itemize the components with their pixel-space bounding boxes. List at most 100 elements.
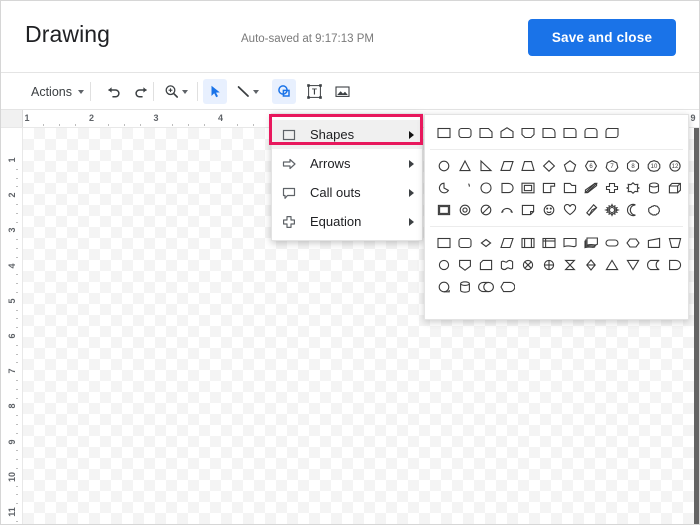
- shape-flowchart-merge-icon[interactable]: [622, 255, 643, 275]
- ruler-h-tick: [268, 124, 270, 126]
- shape-flowchart-process-icon[interactable]: [433, 233, 454, 253]
- ruler-v-number: 2: [7, 192, 17, 198]
- ruler-v-tick: [16, 283, 18, 285]
- shape-no-symbol-icon[interactable]: [475, 200, 496, 220]
- shape-cube-icon[interactable]: [664, 178, 685, 198]
- ruler-h-tick: [172, 124, 174, 126]
- shape-pentagon-home-icon[interactable]: [496, 123, 517, 143]
- shape-flowchart-multidocument-icon[interactable]: [580, 233, 601, 253]
- menu-item-call-outs[interactable]: Call outs: [272, 178, 422, 207]
- ruler-h-tick: [236, 124, 238, 126]
- shape-flowchart-manual-operation-icon[interactable]: [664, 233, 685, 253]
- shape-diamond-icon[interactable]: [538, 156, 559, 176]
- shape-frame-icon[interactable]: [517, 178, 538, 198]
- shape-flowchart-connector-icon[interactable]: [433, 255, 454, 275]
- menu-item-arrows[interactable]: Arrows: [272, 149, 422, 178]
- shape-l-shape-icon[interactable]: [559, 178, 580, 198]
- shape-flowchart-delay-icon[interactable]: [664, 255, 685, 275]
- shape-round-single-corner-alt-icon[interactable]: [538, 123, 559, 143]
- shape-right-triangle-icon[interactable]: [475, 156, 496, 176]
- menu-item-label: Arrows: [310, 156, 351, 171]
- menu-item-label: Shapes: [310, 127, 355, 142]
- shape-flowchart-decision-icon[interactable]: [475, 233, 496, 253]
- shape-moon-icon[interactable]: [622, 200, 643, 220]
- shape-flowchart-stored-data-icon[interactable]: [643, 255, 664, 275]
- text-box-icon[interactable]: T: [302, 79, 326, 104]
- shape-flowchart-preparation-icon[interactable]: [622, 233, 643, 253]
- shape-arc-icon[interactable]: [454, 178, 475, 198]
- shape-flowchart-data-icon[interactable]: [496, 233, 517, 253]
- image-icon[interactable]: [330, 79, 354, 104]
- shape-heptagon-7-icon[interactable]: 7: [601, 156, 622, 176]
- shape-round-diagonal-corner-icon[interactable]: [601, 123, 622, 143]
- shape-flowchart-sort-icon[interactable]: [580, 255, 601, 275]
- shape-sun-icon[interactable]: [601, 200, 622, 220]
- shape-snip-single-corner-icon[interactable]: [475, 123, 496, 143]
- shape-flowchart-magnetic-disk-icon[interactable]: [454, 277, 475, 297]
- menu-item-equation[interactable]: Equation: [272, 207, 422, 236]
- shape-round-single-corner-icon[interactable]: [559, 123, 580, 143]
- shape-flowchart-display-icon[interactable]: [496, 277, 517, 297]
- shape-flowchart-punched-tape-icon[interactable]: [496, 255, 517, 275]
- shape-round-same-side-corner-icon[interactable]: [580, 123, 601, 143]
- select-arrow-icon[interactable]: [203, 79, 227, 104]
- chevron-down-icon: [253, 89, 259, 94]
- shape-octagon-star-icon[interactable]: [622, 178, 643, 198]
- shape-half-frame-round-icon[interactable]: [496, 178, 517, 198]
- shape-decagon-10-icon[interactable]: 10: [643, 156, 664, 176]
- shape-teardrop-icon[interactable]: [475, 178, 496, 198]
- shape-flowchart-sequential-access-storage-icon[interactable]: [433, 277, 454, 297]
- ruler-v-number: 8: [7, 403, 17, 409]
- shape-snip-diagonal-corner-icon[interactable]: [517, 123, 538, 143]
- shape-rounded-rectangle-icon[interactable]: [454, 123, 475, 143]
- shape-pie-icon[interactable]: [433, 178, 454, 198]
- shape-flowchart-document-icon[interactable]: [559, 233, 580, 253]
- shape-pentagon-icon[interactable]: [559, 156, 580, 176]
- shape-octagon-8-icon[interactable]: 8: [622, 156, 643, 176]
- shape-flowchart-collate-icon[interactable]: [559, 255, 580, 275]
- shape-hexagon-6-icon[interactable]: 6: [580, 156, 601, 176]
- line-dropdown-caret[interactable]: [250, 79, 262, 104]
- shape-dodecagon-12-icon[interactable]: 12: [664, 156, 685, 176]
- shape-plaque-icon[interactable]: [433, 200, 454, 220]
- vertical-ruler: 1 2 3 4 5 6 7 8 9 10 11: [1, 128, 23, 524]
- shape-cross-plus-icon[interactable]: [601, 178, 622, 198]
- shape-heart-icon[interactable]: [559, 200, 580, 220]
- shape-flowchart-or-icon[interactable]: [538, 255, 559, 275]
- shape-flowchart-internal-storage-icon[interactable]: [538, 233, 559, 253]
- shape-parallelogram-icon[interactable]: [496, 156, 517, 176]
- shape-flowchart-offpage-connector-icon[interactable]: [454, 255, 475, 275]
- shape-trapezoid-icon[interactable]: [517, 156, 538, 176]
- shape-smiley-face-icon[interactable]: [538, 200, 559, 220]
- shape-flowchart-manual-input-icon[interactable]: [643, 233, 664, 253]
- vertical-scrollbar-thumb[interactable]: [694, 128, 699, 524]
- shape-diagonal-stripe-icon[interactable]: [580, 178, 601, 198]
- shape-flowchart-extract-icon[interactable]: [601, 255, 622, 275]
- shape-circle-icon[interactable]: [433, 156, 454, 176]
- save-and-close-button[interactable]: Save and close: [528, 19, 676, 56]
- shape-cloud-icon[interactable]: [643, 200, 664, 220]
- actions-menu-button[interactable]: Actions: [27, 79, 88, 104]
- shape-cylinder-icon[interactable]: [643, 178, 664, 198]
- redo-icon[interactable]: [129, 79, 153, 104]
- undo-icon[interactable]: [101, 79, 125, 104]
- shape-lightning-bolt-icon[interactable]: [580, 200, 601, 220]
- shape-icon[interactable]: [272, 79, 296, 104]
- shape-bent-corner-icon[interactable]: [538, 178, 559, 198]
- zoom-dropdown-caret[interactable]: [179, 79, 191, 104]
- shape-flowchart-direct-access-storage-icon[interactable]: [475, 277, 496, 297]
- shape-rectangle-icon[interactable]: [433, 123, 454, 143]
- shape-triangle-icon[interactable]: [454, 156, 475, 176]
- shape-flowchart-alternate-process-icon[interactable]: [454, 233, 475, 253]
- shape-folded-corner-icon[interactable]: [517, 200, 538, 220]
- menu-item-shapes[interactable]: Shapes: [272, 120, 422, 149]
- ruler-v-number: 5: [7, 298, 17, 304]
- svg-text:12: 12: [671, 164, 678, 170]
- shape-flowchart-summing-junction-icon[interactable]: [517, 255, 538, 275]
- ruler-v-tick: [16, 424, 18, 425]
- shape-flowchart-card-icon[interactable]: [475, 255, 496, 275]
- shape-flowchart-predefined-process-icon[interactable]: [517, 233, 538, 253]
- shape-donut-icon[interactable]: [454, 200, 475, 220]
- shape-arc-curve-icon[interactable]: [496, 200, 517, 220]
- shape-flowchart-terminator-icon[interactable]: [601, 233, 622, 253]
